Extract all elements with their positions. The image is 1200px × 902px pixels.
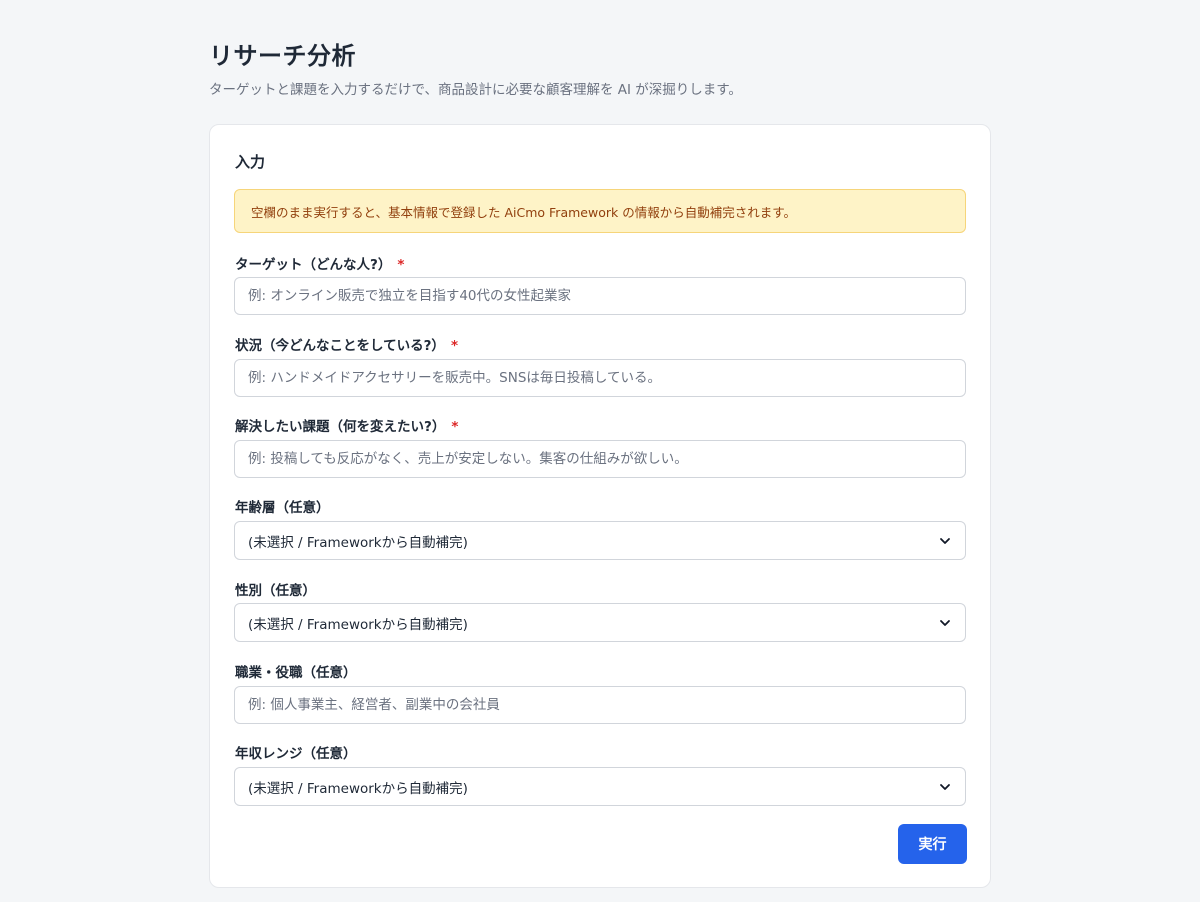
target-label-text: ターゲット（どんな人?）	[235, 257, 392, 273]
occupation-input[interactable]	[234, 686, 966, 724]
required-mark: *	[397, 257, 405, 273]
autofill-notice-text: 空欄のまま実行すると、基本情報で登録した AiCmo Framework の情報…	[251, 204, 796, 220]
required-mark: *	[451, 419, 459, 435]
page: リサーチ分析 ターゲットと課題を入力するだけで、商品設計に必要な顧客理解を AI…	[0, 0, 1200, 902]
occupation-label: 職業・役職（任意）	[235, 665, 357, 681]
income-select[interactable]: (未選択 / Frameworkから自動補完)	[234, 767, 966, 806]
page-subtitle: ターゲットと課題を入力するだけで、商品設計に必要な顧客理解を AI が深掘りしま…	[209, 82, 742, 98]
input-card: 入力 空欄のまま実行すると、基本情報で登録した AiCmo Framework …	[209, 124, 991, 888]
situation-label-text: 状況（今どんなことをしている?）	[235, 338, 445, 354]
situation-input[interactable]	[234, 359, 966, 397]
age-label: 年齢層（任意）	[235, 500, 330, 516]
page-title: リサーチ分析	[209, 42, 356, 70]
gender-label: 性別（任意）	[235, 583, 316, 599]
gender-select-value: (未選択 / Frameworkから自動補完)	[248, 616, 468, 633]
required-mark: *	[450, 338, 458, 354]
autofill-notice: 空欄のまま実行すると、基本情報で登録した AiCmo Framework の情報…	[234, 189, 966, 233]
problem-label-text: 解決したい課題（何を変えたい?）	[235, 419, 446, 435]
gender-select[interactable]: (未選択 / Frameworkから自動補完)	[234, 603, 966, 642]
submit-button[interactable]: 実行	[898, 824, 967, 864]
section-title: 入力	[235, 153, 266, 171]
problem-label: 解決したい課題（何を変えたい?） *	[235, 415, 458, 435]
situation-label: 状況（今どんなことをしている?） *	[235, 334, 458, 354]
age-select-value: (未選択 / Frameworkから自動補完)	[248, 534, 468, 551]
target-input[interactable]	[234, 277, 966, 315]
chevron-down-icon	[938, 616, 952, 630]
chevron-down-icon	[938, 534, 952, 548]
chevron-down-icon	[938, 780, 952, 794]
income-select-value: (未選択 / Frameworkから自動補完)	[248, 780, 468, 797]
problem-input[interactable]	[234, 440, 966, 478]
target-label: ターゲット（どんな人?） *	[235, 253, 404, 273]
income-label: 年収レンジ（任意）	[235, 746, 357, 762]
age-select[interactable]: (未選択 / Frameworkから自動補完)	[234, 521, 966, 560]
